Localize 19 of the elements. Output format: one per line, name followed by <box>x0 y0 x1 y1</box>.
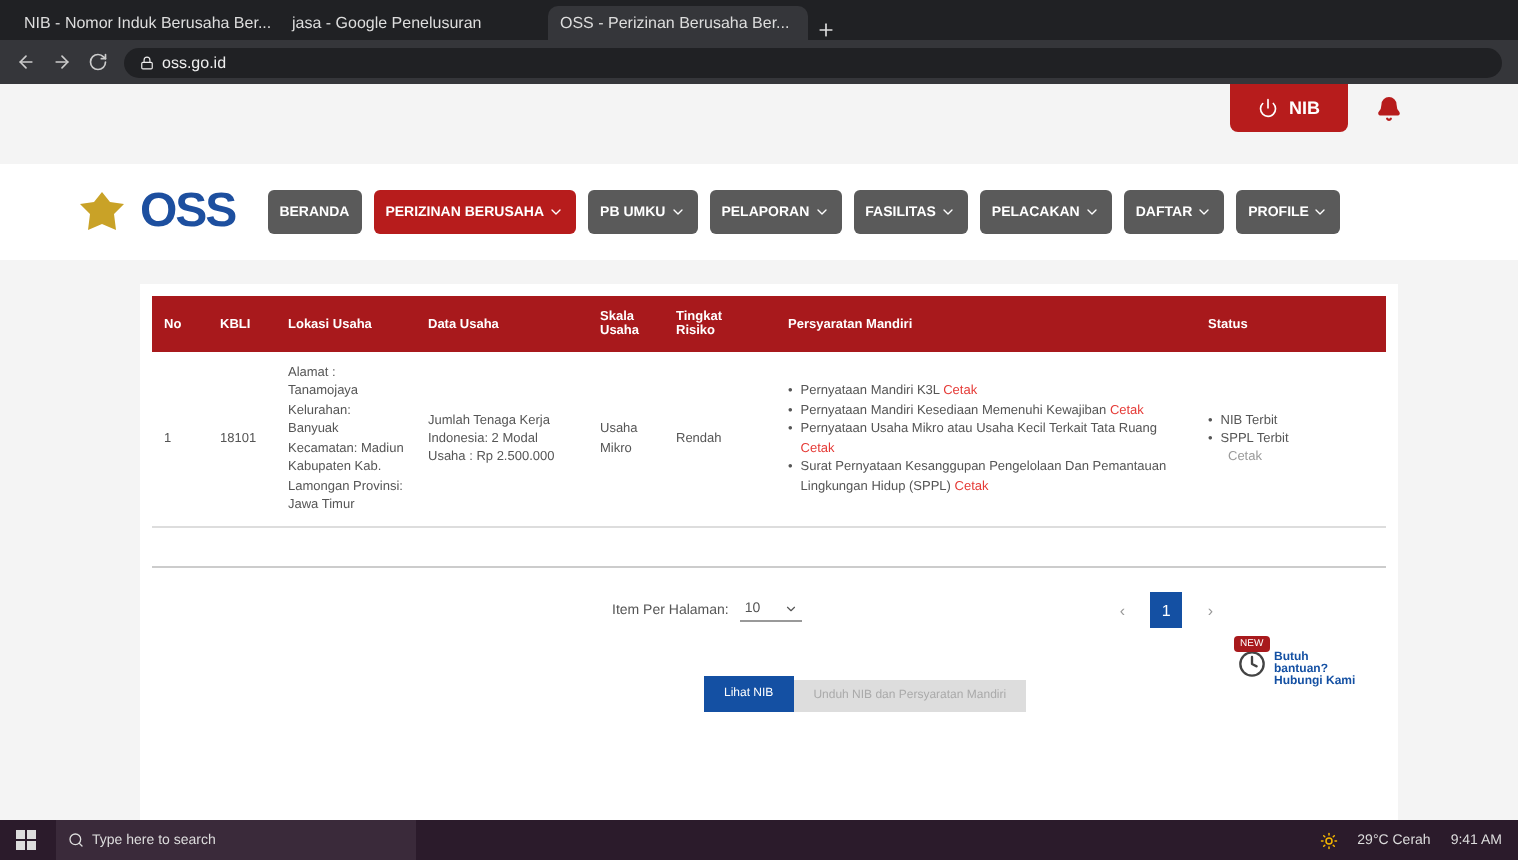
address-bar[interactable]: oss.go.id <box>124 47 1502 77</box>
oss-logo[interactable]: OSS <box>140 184 236 240</box>
weather-icon <box>1319 831 1338 849</box>
windows-start-icon[interactable] <box>16 830 36 850</box>
reload-icon[interactable] <box>88 52 108 72</box>
search-icon <box>68 832 84 848</box>
chevron-down-icon <box>784 602 799 617</box>
new-tab-icon[interactable] <box>816 20 836 40</box>
clock-icon[interactable] <box>1238 650 1266 679</box>
browser-tab[interactable]: jasa - Google Penelusuran <box>280 6 540 40</box>
forward-icon[interactable] <box>52 52 72 72</box>
page-button[interactable]: 1 <box>1150 592 1183 629</box>
browser-tab[interactable]: NIB - Nomor Induk Berusaha Ber... <box>12 6 272 40</box>
back-icon[interactable] <box>16 52 36 72</box>
browser-tab[interactable]: OSS - Perizinan Berusaha Ber... <box>548 6 808 40</box>
lock-icon <box>140 55 154 69</box>
power-icon <box>1257 98 1277 118</box>
user-button[interactable]: NIB <box>1229 84 1348 132</box>
bell-icon[interactable] <box>1376 96 1402 122</box>
